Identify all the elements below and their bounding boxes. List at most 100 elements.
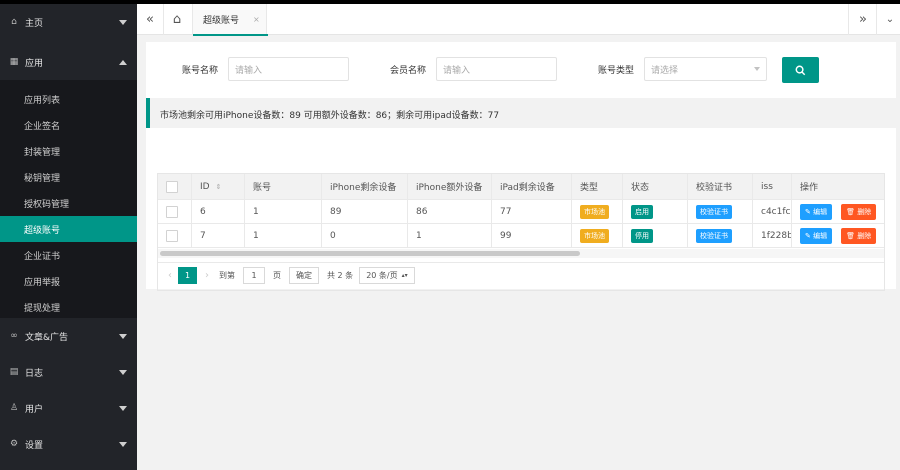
- sidebar-group-apps[interactable]: ▦ 应用: [0, 44, 137, 80]
- page-unit-label: 页: [273, 271, 281, 280]
- select-all-cell: [158, 174, 192, 199]
- sidebar-item-app-report[interactable]: 应用举报: [0, 268, 137, 294]
- trash-icon: 🗑: [846, 207, 855, 216]
- sidebar-group-label: 设置: [25, 440, 44, 451]
- pagination: ‹ 1 › 到第 1 页 确定 共 2 条 20 条/页 ▴▾: [158, 262, 884, 288]
- cell-status: 启用: [623, 200, 688, 223]
- page-size-select[interactable]: 20 条/页 ▴▾: [359, 267, 415, 284]
- tab-bar: « ⌂ 超级账号 × » ⌄: [137, 4, 900, 36]
- cell-ipad-left: 99: [492, 224, 572, 247]
- home-icon[interactable]: ⌂: [164, 4, 190, 35]
- content-card: 账号名称 请输入 会员名称 请输入 账号类型 请选择 市场池剩余可用iPhone…: [146, 42, 896, 291]
- next-page-icon[interactable]: ›: [205, 270, 209, 281]
- page-current[interactable]: 1: [178, 267, 197, 284]
- delete-button[interactable]: 🗑 删除: [841, 227, 877, 244]
- delete-button[interactable]: 🗑 删除: [841, 203, 877, 220]
- sidebar-submenu: 应用列表 企业签名 封装管理 秘钥管理 授权码管理 超级账号 企业证书 应用举报…: [0, 80, 137, 318]
- type-badge: 市场池: [580, 204, 609, 219]
- status-badge[interactable]: 启用: [631, 204, 653, 219]
- column-header-iss: iss: [753, 174, 792, 199]
- column-header-status: 状态: [623, 174, 688, 199]
- row-select-cell: [158, 200, 192, 223]
- cell-cert: 校验证书: [688, 224, 753, 247]
- sidebar-group-users[interactable]: ♙ 用户: [0, 390, 137, 426]
- goto-page-input[interactable]: 1: [243, 267, 265, 284]
- select-all-checkbox[interactable]: [166, 180, 178, 193]
- tab-super-account[interactable]: 超级账号 ×: [192, 4, 268, 36]
- sidebar-group-label: 文章&广告: [25, 332, 69, 343]
- sidebar-group-articles[interactable]: ∞ 文章&广告: [0, 318, 137, 354]
- sidebar-item-secret-keys[interactable]: 秘钥管理: [0, 164, 137, 190]
- accounts-table: ID ⇕ 账号 iPhone剩余设备 iPhone额外设备 iPad剩余设备 类型…: [157, 173, 885, 291]
- caret-down-icon: [119, 441, 127, 447]
- chevrons-right-icon[interactable]: »: [850, 4, 876, 35]
- verify-cert-button[interactable]: 校验证书: [696, 228, 732, 243]
- sidebar-group-logs[interactable]: ▤ 日志: [0, 354, 137, 390]
- cell-ipad-left: 77: [492, 200, 572, 223]
- member-name-input[interactable]: 请输入: [436, 57, 557, 81]
- column-header-type: 类型: [572, 174, 623, 199]
- caret-down-icon: [119, 333, 127, 339]
- sort-icon[interactable]: ⇕: [216, 183, 222, 191]
- page-size-value: 20 条/页: [366, 271, 398, 280]
- member-name-label: 会员名称: [390, 66, 427, 76]
- delete-label: 删除: [857, 207, 872, 216]
- chevrons-left-icon[interactable]: «: [137, 4, 163, 35]
- sidebar-item-app-list[interactable]: 应用列表: [0, 86, 137, 112]
- cell-iphone-extra: 86: [408, 200, 492, 223]
- cell-iphone-extra: 1: [408, 224, 492, 247]
- column-header-iphone-left: iPhone剩余设备: [322, 174, 408, 199]
- edit-button[interactable]: ✎ 编辑: [800, 227, 833, 244]
- status-badge[interactable]: 停用: [631, 228, 653, 243]
- edit-button[interactable]: ✎ 编辑: [800, 203, 833, 220]
- row-checkbox[interactable]: [166, 229, 178, 242]
- column-header-account: 账号: [245, 174, 322, 199]
- caret-down-icon: [119, 405, 127, 411]
- column-header-ipad-left: iPad剩余设备: [492, 174, 572, 199]
- close-icon[interactable]: ×: [253, 15, 260, 24]
- sidebar-item-packaging[interactable]: 封装管理: [0, 138, 137, 164]
- cell-id: 7: [192, 224, 245, 247]
- goto-label: 到第: [219, 271, 235, 280]
- type-badge: 市场池: [580, 228, 609, 243]
- column-header-id[interactable]: ID ⇕: [192, 174, 245, 199]
- sidebar-item-enterprise-sign[interactable]: 企业签名: [0, 112, 137, 138]
- cell-account: 1: [245, 200, 322, 223]
- table-header: ID ⇕ 账号 iPhone剩余设备 iPhone额外设备 iPad剩余设备 类型…: [158, 174, 884, 200]
- cell-iss: c4c1fca: [753, 200, 792, 223]
- gear-icon: ⚙: [9, 439, 19, 449]
- chevron-down-icon[interactable]: ⌄: [877, 4, 900, 35]
- column-header-cert: 校验证书: [688, 174, 753, 199]
- user-icon: ♙: [9, 403, 19, 413]
- edit-label: 编辑: [813, 231, 828, 240]
- log-icon: ▤: [9, 367, 19, 377]
- divider: [848, 4, 849, 35]
- account-name-input[interactable]: 请输入: [228, 57, 349, 81]
- caret-down-icon: [119, 369, 127, 375]
- account-type-select[interactable]: 请选择: [644, 57, 767, 81]
- row-checkbox[interactable]: [166, 205, 178, 218]
- trash-icon: 🗑: [846, 231, 855, 240]
- sidebar-group-home[interactable]: ⌂ 主页: [0, 4, 137, 40]
- goto-confirm-button[interactable]: 确定: [289, 267, 319, 284]
- prev-page-icon[interactable]: ‹: [168, 270, 172, 281]
- verify-cert-button[interactable]: 校验证书: [696, 204, 732, 219]
- sidebar-group-settings[interactable]: ⚙ 设置: [0, 426, 137, 462]
- cell-status: 停用: [623, 224, 688, 247]
- horizontal-scrollbar-thumb[interactable]: [160, 251, 580, 256]
- sidebar-item-enterprise-cert[interactable]: 企业证书: [0, 242, 137, 268]
- column-header-iphone-extra: iPhone额外设备: [408, 174, 492, 199]
- sidebar-item-withdraw[interactable]: 提现处理: [0, 294, 137, 320]
- link-icon: ∞: [10, 331, 18, 341]
- sidebar-group-label: 应用: [25, 58, 44, 69]
- cell-cert: 校验证书: [688, 200, 753, 223]
- home-icon: ⌂: [11, 17, 17, 27]
- caret-down-icon: [754, 67, 760, 71]
- cell-account: 1: [245, 224, 322, 247]
- search-button[interactable]: [782, 57, 819, 83]
- account-type-label: 账号类型: [598, 66, 635, 76]
- edit-label: 编辑: [813, 207, 828, 216]
- sidebar-item-auth-codes[interactable]: 授权码管理: [0, 190, 137, 216]
- sidebar-item-super-account[interactable]: 超级账号: [0, 216, 137, 242]
- tab-label: 超级账号: [203, 16, 240, 26]
